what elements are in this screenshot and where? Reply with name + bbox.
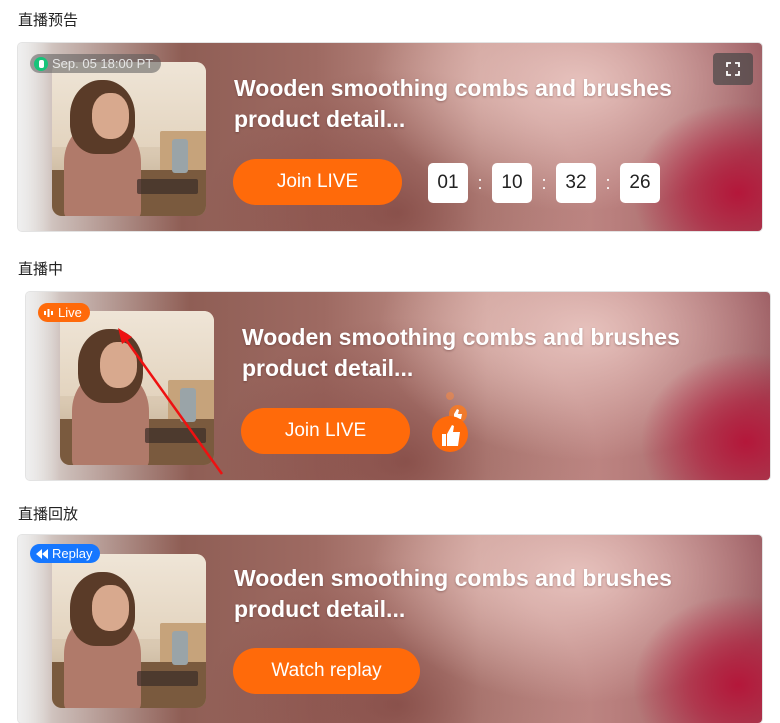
section-title-live: 直播中: [18, 260, 64, 278]
countdown-separator: :: [605, 172, 611, 193]
card-title-line1: Wooden smoothing combs and brushes: [234, 75, 672, 101]
countdown-minutes: 32: [556, 163, 596, 203]
join-live-button[interactable]: Join LIVE: [233, 159, 402, 205]
thumbnail[interactable]: [60, 311, 214, 465]
countdown-hours: 10: [492, 163, 532, 203]
section-title-preview: 直播预告: [18, 11, 79, 29]
section-title-replay: 直播回放: [18, 505, 79, 523]
live-badge: Live: [38, 303, 90, 322]
card-title-line1: Wooden smoothing combs and brushes: [234, 565, 672, 591]
join-live-button[interactable]: Join LIVE: [241, 408, 410, 454]
card-title: Wooden smoothing combs and brushes produ…: [242, 322, 722, 384]
card-left-fade: [18, 535, 52, 723]
card-title-line2: product detail...: [234, 106, 406, 132]
card-title-line1: Wooden smoothing combs and brushes: [242, 324, 680, 350]
live-badge-label: Live: [58, 305, 82, 320]
thumbs-up-icon[interactable]: [428, 376, 478, 466]
live-card-replay[interactable]: Replay Wooden smoothing combs and brushe…: [18, 535, 762, 723]
card-title-line2: product detail...: [234, 596, 406, 622]
schedule-badge: Sep. 05 18:00 PT: [30, 54, 162, 73]
thumbnail[interactable]: [52, 62, 206, 216]
card-title-line2: product detail...: [242, 355, 414, 381]
live-card-live[interactable]: Live Wooden smoothing combs and brushes …: [26, 292, 770, 480]
clock-dot-icon: [34, 56, 48, 71]
countdown-separator: :: [477, 172, 483, 193]
schedule-time: Sep. 05 18:00 PT: [52, 56, 154, 71]
countdown-seconds: 26: [620, 163, 660, 203]
thumbnail[interactable]: [52, 554, 206, 708]
card-title: Wooden smoothing combs and brushes produ…: [234, 563, 714, 625]
countdown-separator: :: [541, 172, 547, 193]
card-title: Wooden smoothing combs and brushes produ…: [234, 73, 714, 135]
watch-replay-button[interactable]: Watch replay: [233, 648, 420, 694]
replay-badge: Replay: [30, 544, 101, 563]
replay-badge-label: Replay: [52, 546, 93, 561]
live-card-preview[interactable]: Sep. 05 18:00 PT Wooden smoothing combs …: [18, 43, 762, 231]
rewind-icon: [36, 548, 48, 559]
countdown-days: 01: [428, 163, 468, 203]
live-sound-icon: [44, 308, 53, 317]
expand-icon: [726, 62, 740, 76]
fullscreen-button[interactable]: [713, 53, 753, 85]
countdown: 01 : 10 : 32 : 26: [428, 163, 660, 203]
